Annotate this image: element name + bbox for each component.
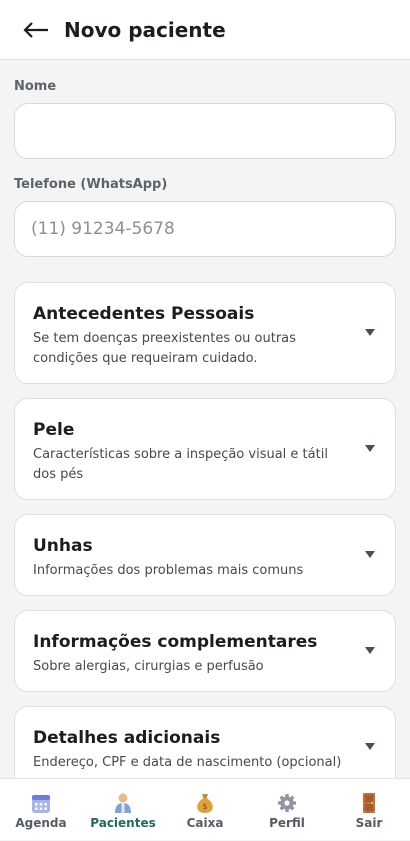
- calendar-icon: [32, 795, 50, 813]
- section-pele[interactable]: Pele Características sobre a inspeção vi…: [14, 398, 396, 500]
- gear-icon: [278, 794, 296, 812]
- form-content: Nome Telefone (WhatsApp) Antecedentes Pe…: [0, 60, 410, 778]
- header-bar: Novo paciente: [0, 0, 410, 60]
- section-detalhes-adicionais[interactable]: Detalhes adicionais Endereço, CPF e data…: [14, 706, 396, 778]
- money-bag-icon: $: [197, 794, 213, 813]
- section-title: Unhas: [33, 536, 93, 556]
- section-description: Características sobre a inspeção visual …: [33, 447, 328, 482]
- chevron-down-icon: [365, 647, 375, 654]
- section-title: Antecedentes Pessoais: [33, 304, 255, 324]
- page-title: Novo paciente: [64, 17, 226, 42]
- svg-text:$: $: [202, 802, 207, 811]
- chevron-down-icon: [365, 551, 375, 558]
- nav-item-agenda[interactable]: Agenda: [0, 779, 82, 841]
- name-input[interactable]: [14, 103, 396, 159]
- nav-item-caixa[interactable]: $ Caixa: [164, 779, 246, 841]
- nav-label: Sair: [355, 816, 383, 830]
- phone-input[interactable]: [14, 201, 396, 257]
- arrow-left-icon: [23, 21, 48, 38]
- section-antecedentes[interactable]: Antecedentes Pessoais Se tem doenças pre…: [14, 282, 396, 384]
- nav-label: Pacientes: [90, 816, 156, 830]
- nav-item-perfil[interactable]: Perfil: [246, 779, 328, 841]
- section-informacoes-complementares[interactable]: Informações complementares Sobre alergia…: [14, 610, 396, 692]
- phone-label: Telefone (WhatsApp): [14, 177, 168, 192]
- person-icon: [115, 792, 131, 813]
- section-description: Informações dos problemas mais comuns: [33, 563, 304, 578]
- nav-item-pacientes[interactable]: Pacientes: [82, 779, 164, 841]
- bottom-nav: Agenda Pacientes $ Caixa Perfil Sair: [0, 778, 410, 840]
- door-icon: [363, 793, 375, 813]
- nav-label: Agenda: [15, 816, 67, 830]
- section-description: Sobre alergias, cirurgias e perfusão: [33, 659, 264, 674]
- chevron-down-icon: [365, 743, 375, 750]
- section-unhas[interactable]: Unhas Informações dos problemas mais com…: [14, 514, 396, 596]
- section-title: Informações complementares: [33, 632, 318, 652]
- nav-label: Perfil: [269, 816, 305, 830]
- chevron-down-icon: [365, 445, 375, 452]
- nav-item-sair[interactable]: Sair: [328, 779, 410, 841]
- section-description: Endereço, CPF e data de nascimento (opci…: [33, 755, 342, 770]
- nav-label: Caixa: [186, 816, 224, 830]
- chevron-down-icon: [365, 329, 375, 336]
- back-button[interactable]: [16, 10, 56, 50]
- section-description: Se tem doenças preexistentes ou outras c…: [33, 331, 296, 366]
- section-title: Detalhes adicionais: [33, 728, 221, 748]
- name-label: Nome: [14, 79, 57, 94]
- section-title: Pele: [33, 420, 75, 440]
